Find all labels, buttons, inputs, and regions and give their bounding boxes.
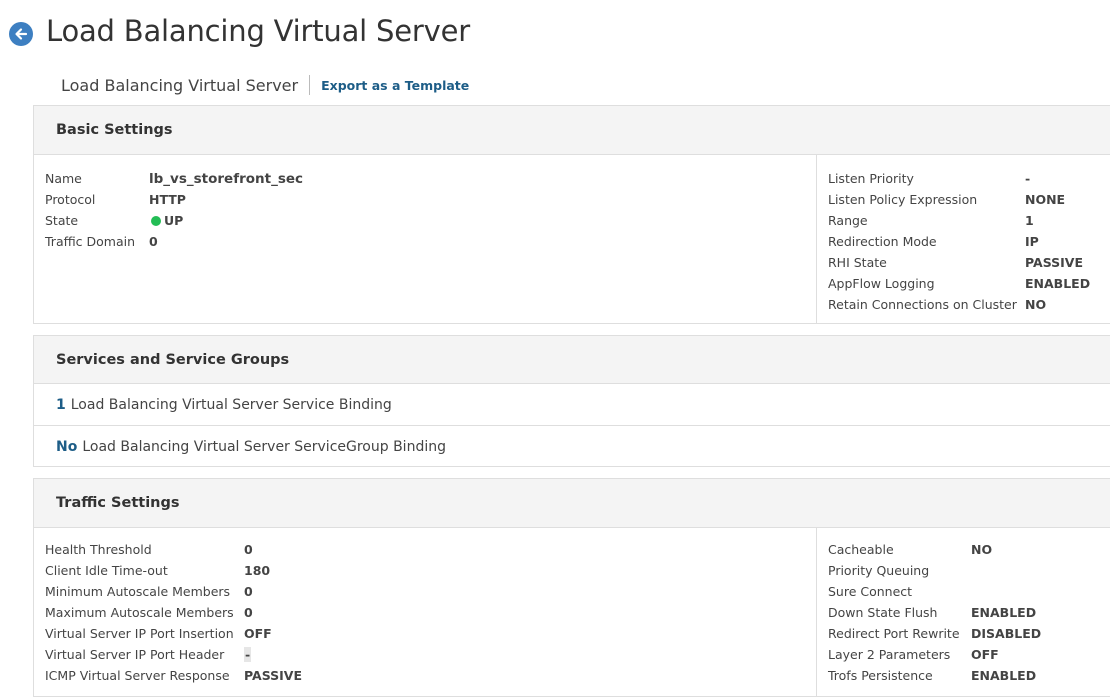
arrow-left-icon — [15, 28, 28, 40]
kv-value: ENABLED — [971, 668, 1037, 683]
kv-value: - — [244, 647, 252, 662]
kv-down-state-flush: Down State Flush ENABLED — [828, 605, 1036, 620]
page-title: Load Balancing Virtual Server — [46, 14, 470, 48]
kv-label: Range — [828, 213, 868, 228]
kv-trofs-persistence: Trofs Persistence ENABLED — [828, 668, 1036, 683]
service-binding-count-link[interactable]: 1 — [56, 397, 66, 413]
kv-value: 180 — [244, 563, 271, 578]
kv-label: Name — [45, 171, 82, 186]
kv-rhi-state: RHI State PASSIVE — [828, 255, 1083, 270]
kv-label: Listen Policy Expression — [828, 192, 978, 207]
kv-label: Health Threshold — [45, 542, 152, 557]
kv-label: Redirection Mode — [828, 234, 937, 249]
kv-label: Down State Flush — [828, 605, 938, 620]
kv-value: PASSIVE — [244, 668, 302, 683]
kv-label: RHI State — [828, 255, 887, 270]
kv-min-autoscale: Minimum Autoscale Members 0 — [45, 584, 253, 599]
basic-settings-panel: Basic Settings Name lb_vs_storefront_sec … — [33, 105, 1110, 324]
servicegroup-binding-count-link[interactable]: No — [56, 439, 77, 455]
kv-label: Trofs Persistence — [828, 668, 933, 683]
basic-settings-header[interactable]: Basic Settings — [34, 106, 1110, 155]
servicegroup-binding-row[interactable]: No Load Balancing Virtual Server Service… — [34, 426, 1110, 468]
kv-redirection-mode: Redirection Mode IP — [828, 234, 1039, 249]
subheader-title: Load Balancing Virtual Server — [61, 75, 299, 95]
kv-value: 0 — [244, 542, 253, 557]
kv-value: ENABLED — [1025, 276, 1091, 291]
kv-value: OFF — [244, 626, 272, 641]
kv-value: 1 — [1025, 213, 1034, 228]
services-panel: Services and Service Groups 1 Load Balan… — [33, 335, 1110, 467]
kv-label: Maximum Autoscale Members — [45, 605, 234, 620]
kv-label: Virtual Server IP Port Insertion — [45, 626, 234, 641]
kv-label: Retain Connections on Cluster — [828, 297, 1017, 312]
kv-ip-port-header: Virtual Server IP Port Header - — [45, 647, 252, 662]
services-header[interactable]: Services and Service Groups — [34, 336, 1110, 384]
kv-value: UP — [164, 213, 184, 228]
kv-label: Redirect Port Rewrite — [828, 626, 960, 641]
subheader-divider — [309, 75, 311, 95]
kv-icmp-response: ICMP Virtual Server Response PASSIVE — [45, 668, 302, 683]
kv-listen-policy-expression: Listen Policy Expression NONE — [828, 192, 1065, 207]
kv-label: Traffic Domain — [45, 234, 136, 249]
kv-state: State UP — [45, 213, 183, 228]
traffic-settings-left-column: Health Threshold 0 Client Idle Time-out 18… — [34, 528, 817, 696]
traffic-settings-right-column: Cacheable NO Priority Queuing Sure Connec… — [817, 528, 1110, 696]
kv-label: Client Idle Time-out — [45, 563, 168, 578]
kv-value: NONE — [1025, 192, 1066, 207]
kv-value: 0 — [244, 584, 253, 599]
kv-cacheable: Cacheable NO — [828, 542, 992, 557]
basic-settings-right-column: Listen Priority - Listen Policy Expressio… — [817, 155, 1110, 323]
kv-label: ICMP Virtual Server Response — [45, 668, 230, 683]
kv-priority-queuing: Priority Queuing — [828, 563, 971, 578]
kv-health-threshold: Health Threshold 0 — [45, 542, 253, 557]
kv-layer2-parameters: Layer 2 Parameters OFF — [828, 647, 999, 662]
servicegroup-binding-label: Load Balancing Virtual Server ServiceGro… — [82, 439, 446, 455]
kv-name: Name lb_vs_storefront_sec — [45, 171, 303, 187]
kv-traffic-domain: Traffic Domain 0 — [45, 234, 158, 249]
kv-label: Sure Connect — [828, 584, 913, 599]
kv-value: OFF — [971, 647, 999, 662]
kv-value: NO — [1025, 297, 1047, 312]
basic-settings-left-column: Name lb_vs_storefront_sec Protocol HTTP St… — [34, 155, 817, 323]
kv-label: AppFlow Logging — [828, 276, 935, 291]
kv-value: IP — [1025, 234, 1039, 249]
kv-value: ENABLED — [971, 605, 1037, 620]
back-button[interactable] — [9, 22, 33, 46]
kv-value: 0 — [244, 605, 253, 620]
kv-value: PASSIVE — [1025, 255, 1083, 270]
kv-value: NO — [971, 542, 993, 557]
kv-sure-connect: Sure Connect — [828, 584, 971, 599]
kv-value: 0 — [149, 234, 158, 249]
kv-redirect-port-rewrite: Redirect Port Rewrite DISABLED — [828, 626, 1041, 641]
kv-listen-priority: Listen Priority - — [828, 171, 1030, 186]
kv-protocol: Protocol HTTP — [45, 192, 186, 207]
kv-client-idle-timeout: Client Idle Time-out 180 — [45, 563, 270, 578]
service-binding-row[interactable]: 1 Load Balancing Virtual Server Service … — [34, 384, 1110, 426]
kv-appflow-logging: AppFlow Logging ENABLED — [828, 276, 1090, 291]
kv-label: Layer 2 Parameters — [828, 647, 951, 662]
kv-value: DISABLED — [971, 626, 1042, 641]
kv-label: Protocol — [45, 192, 96, 207]
service-binding-label: Load Balancing Virtual Server Service Bi… — [70, 396, 392, 413]
subheader: Load Balancing Virtual Server Export as … — [61, 74, 469, 96]
kv-label: Priority Queuing — [828, 563, 930, 578]
kv-value: lb_vs_storefront_sec — [149, 171, 304, 187]
traffic-settings-panel: Traffic Settings Health Threshold 0 Clien… — [33, 478, 1110, 697]
kv-label: Virtual Server IP Port Header — [45, 647, 225, 662]
kv-retain-connections: Retain Connections on Cluster NO — [828, 297, 1046, 312]
kv-label: Minimum Autoscale Members — [45, 584, 231, 599]
kv-value: HTTP — [149, 192, 186, 207]
kv-range: Range 1 — [828, 213, 1034, 228]
traffic-settings-header[interactable]: Traffic Settings — [34, 479, 1110, 528]
status-up-icon — [151, 216, 161, 226]
kv-label: State — [45, 213, 79, 228]
kv-label: Listen Priority — [828, 171, 914, 186]
export-as-template-link[interactable]: Export as a Template — [321, 78, 469, 93]
kv-value: - — [1025, 171, 1031, 186]
kv-ip-port-insertion: Virtual Server IP Port Insertion OFF — [45, 626, 272, 641]
kv-label: Cacheable — [828, 542, 894, 557]
kv-max-autoscale: Maximum Autoscale Members 0 — [45, 605, 253, 620]
